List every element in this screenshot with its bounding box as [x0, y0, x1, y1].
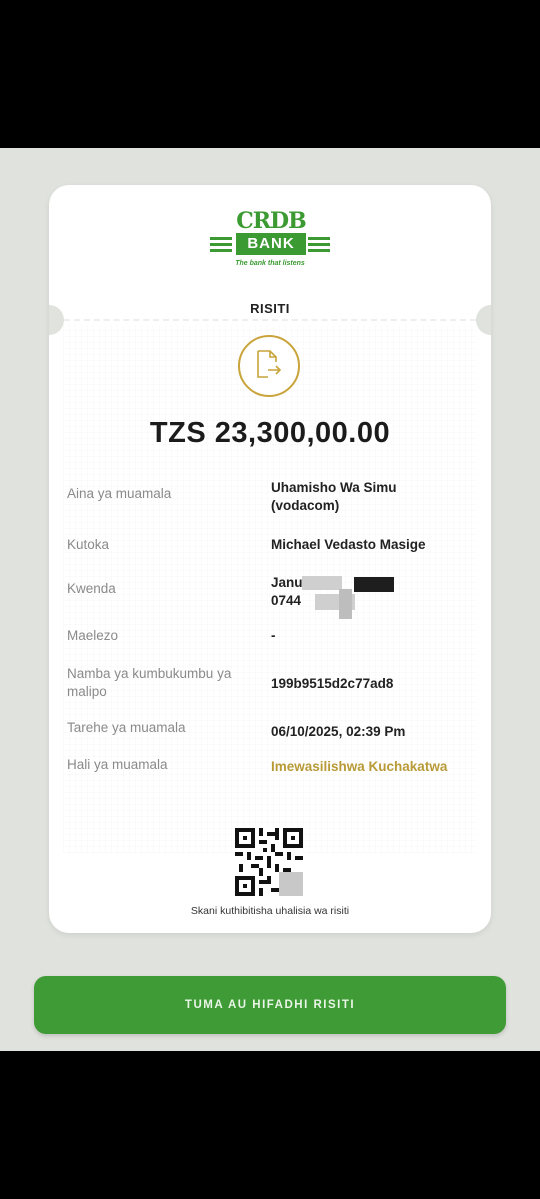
detail-label: Tarehe ya muamala — [67, 720, 186, 735]
detail-value: 199b9515d2c77ad8 — [271, 676, 394, 691]
redaction-block — [302, 576, 342, 590]
logo-stripes-left — [210, 237, 232, 255]
detail-label: Aina ya muamala — [67, 486, 172, 501]
redaction-block — [354, 577, 394, 592]
detail-label: Namba ya kumbukumbu ya malipo — [67, 666, 232, 699]
bank-logo: CRDB BANK The bank that listens — [210, 209, 330, 273]
ticket-perforation — [64, 319, 476, 321]
redaction-block — [339, 589, 352, 619]
detail-value: Michael Vedasto Masige — [271, 537, 426, 552]
document-export-icon — [238, 335, 300, 397]
detail-label: Kwenda — [67, 581, 116, 596]
qr-caption: Skani kuthibitisha uhalisia wa risiti — [190, 905, 350, 917]
detail-label: Maelezo — [67, 628, 119, 643]
logo-tagline: The bank that listens — [235, 260, 305, 267]
detail-label: Kutoka — [67, 537, 110, 552]
receipt-title: RISITI — [250, 301, 290, 316]
transaction-amount: TZS 23,300,00.00 — [149, 417, 391, 449]
status-value: Imewasilishwa Kuchakatwa — [271, 759, 448, 774]
receipt-card: CRDB BANK The bank that listens RISITI T… — [49, 185, 491, 933]
detail-value: - — [271, 628, 276, 643]
logo-wordmark: CRDB — [236, 208, 306, 234]
detail-value: Uhamisho Wa Simu (vodacom) — [271, 480, 397, 513]
logo-stripes-right — [308, 237, 330, 255]
screen: CRDB BANK The bank that listens RISITI T… — [0, 148, 540, 1051]
send-save-receipt-button[interactable]: TUMA AU HIFADHI RISITI — [34, 976, 506, 1034]
logo-bank-box: BANK — [236, 233, 306, 255]
detail-label: Hali ya muamala — [67, 757, 168, 772]
detail-value: 06/10/2025, 02:39 Pm — [271, 724, 406, 739]
qr-code — [235, 828, 303, 896]
